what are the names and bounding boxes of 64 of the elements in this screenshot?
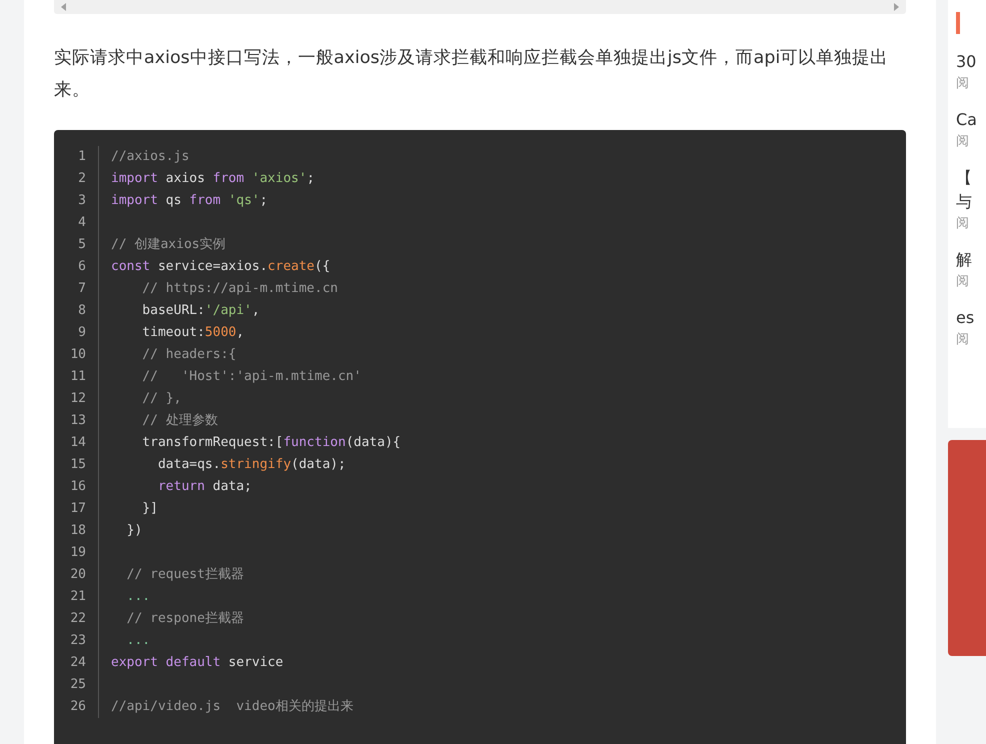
- line-number: 26: [54, 696, 99, 718]
- code-line: }): [126, 522, 142, 540]
- code-line: // 处理参数: [141, 412, 218, 430]
- code-line: //api/video.js video相关的提出来: [110, 698, 354, 716]
- article-link[interactable]: 30: [956, 50, 986, 74]
- code-line: // },: [141, 390, 182, 408]
- read-count: 阅: [956, 273, 970, 291]
- line-number: 24: [54, 652, 99, 674]
- line-number: 9: [54, 322, 99, 344]
- code-line: export default service: [110, 654, 284, 672]
- line-number: 13: [54, 410, 99, 432]
- line-number: 22: [54, 608, 99, 630]
- code-line: baseURL:'/api',: [141, 302, 260, 320]
- code-line: import qs from 'qs';: [110, 192, 268, 210]
- code-line: ...: [126, 588, 150, 606]
- horizontal-scrollbar[interactable]: [54, 0, 906, 14]
- line-number: 25: [54, 674, 99, 696]
- line-number: 16: [54, 476, 99, 498]
- code-line: import axios from 'axios';: [110, 170, 315, 188]
- line-number: 6: [54, 256, 99, 278]
- code-line: // https://api-m.mtime.cn: [141, 280, 338, 298]
- scroll-right-icon[interactable]: [893, 3, 899, 11]
- line-number: 3: [54, 190, 99, 212]
- line-number: 23: [54, 630, 99, 652]
- code-line: return data;: [156, 478, 252, 496]
- line-number: 7: [54, 278, 99, 300]
- article-link[interactable]: 解: [956, 248, 986, 272]
- article-link[interactable]: 【 与: [956, 166, 986, 214]
- line-number: 8: [54, 300, 99, 322]
- code-line: // respone拦截器: [126, 610, 244, 628]
- code-line: // headers:{: [141, 346, 236, 364]
- line-number: 14: [54, 432, 99, 454]
- code-line: // 创建axios实例: [110, 236, 226, 254]
- scroll-left-icon[interactable]: [61, 3, 67, 11]
- heading-accent-bar: [956, 12, 960, 34]
- read-count: 阅: [956, 75, 970, 93]
- line-number: 17: [54, 498, 99, 520]
- line-number: 4: [54, 212, 99, 234]
- code-line: transformRequest:[function(data){: [141, 434, 401, 452]
- line-number: 12: [54, 388, 99, 410]
- line-number: 21: [54, 586, 99, 608]
- code-line: }]: [141, 500, 158, 518]
- line-number: 1: [54, 146, 99, 168]
- read-count: 阅: [956, 133, 970, 151]
- code-line: timeout:5000,: [141, 324, 244, 342]
- code-line: ...: [126, 632, 150, 650]
- line-number: 19: [54, 542, 99, 564]
- code-line: data=qs.stringify(data);: [156, 456, 346, 474]
- line-number: 5: [54, 234, 99, 256]
- read-count: 阅: [956, 331, 970, 349]
- line-number: 10: [54, 344, 99, 366]
- code-line: const service=axios.create({: [110, 258, 330, 276]
- article-link[interactable]: es: [956, 306, 986, 330]
- line-number: 20: [54, 564, 99, 586]
- line-number: 11: [54, 366, 99, 388]
- read-count: 阅: [956, 215, 970, 233]
- article-paragraph: 实际请求中axios中接口写法，一般axios涉及请求拦截和响应拦截会单独提出js文件，而api可以单独提出来。: [54, 47, 890, 102]
- code-line: // 'Host':'api-m.mtime.cn': [141, 368, 362, 386]
- code-line: // request拦截器: [126, 566, 244, 584]
- line-number: 2: [54, 168, 99, 190]
- article-link[interactable]: Ca: [956, 108, 986, 132]
- line-number: 15: [54, 454, 99, 476]
- code-line: //axios.js: [110, 148, 190, 166]
- line-number: 18: [54, 520, 99, 542]
